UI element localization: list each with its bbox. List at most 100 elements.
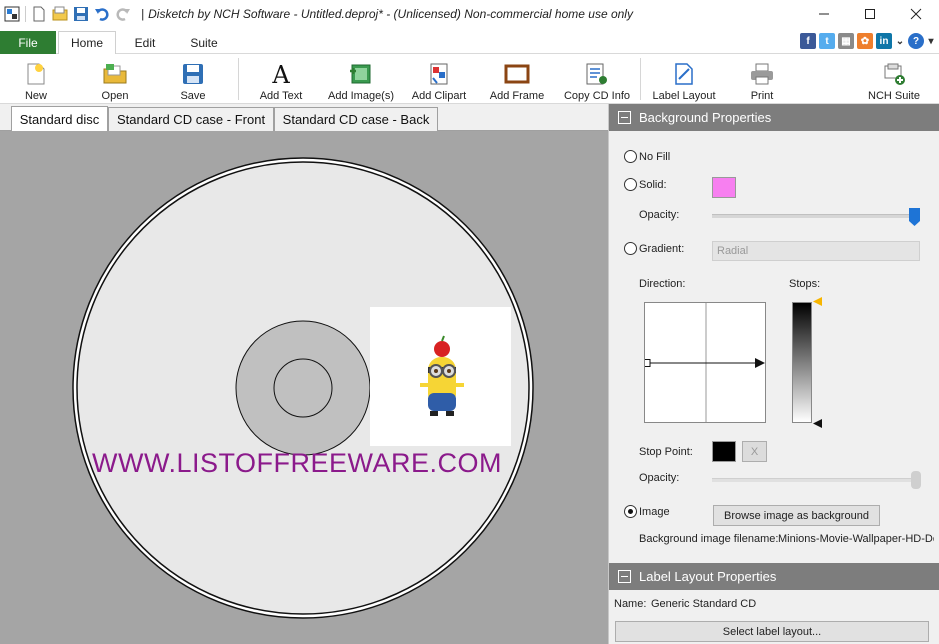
tab-cd-case-back[interactable]: Standard CD case - Back bbox=[274, 107, 438, 131]
undo-icon[interactable] bbox=[94, 6, 110, 22]
title-bar: | Disketch by NCH Software - Untitled.de… bbox=[0, 0, 939, 28]
gradient-stops-bar[interactable] bbox=[792, 302, 812, 423]
help-dropdown-icon[interactable]: ▾ bbox=[927, 33, 935, 49]
stop-handle-top-icon[interactable] bbox=[813, 297, 822, 306]
remove-stop-button[interactable]: X bbox=[742, 441, 767, 462]
tab-file[interactable]: File bbox=[0, 31, 56, 54]
image-label: Image bbox=[639, 506, 670, 518]
ribbon-toolbar: New Open Save A Add Text Add Image(s) Ad… bbox=[0, 54, 939, 104]
collapse-icon[interactable] bbox=[618, 111, 631, 124]
direction-arrow-head bbox=[755, 358, 765, 368]
disc-center-hole bbox=[273, 358, 333, 418]
properties-panel: Background Properties No Fill Solid: Opa… bbox=[608, 104, 939, 644]
label-layout-button[interactable]: Label Layout bbox=[650, 58, 718, 102]
nch-suite-button[interactable]: NCH Suite bbox=[866, 58, 922, 102]
stop-opacity-label: Opacity: bbox=[639, 472, 680, 484]
facebook-icon[interactable]: f bbox=[800, 33, 816, 49]
solid-label: Solid: bbox=[639, 179, 667, 191]
stop-opacity-slider-track[interactable] bbox=[712, 478, 920, 482]
close-icon[interactable] bbox=[893, 0, 939, 28]
save-icon[interactable] bbox=[73, 6, 89, 22]
no-fill-radio[interactable] bbox=[624, 150, 637, 163]
gradient-type-select[interactable]: Radial bbox=[712, 241, 920, 261]
linkedin-icon[interactable]: in bbox=[876, 33, 892, 49]
document-tabs: Standard disc Standard CD case - Front S… bbox=[0, 104, 608, 131]
new-button[interactable]: New bbox=[14, 58, 58, 102]
tab-home[interactable]: Home bbox=[58, 31, 116, 55]
add-frame-button[interactable]: Add Frame bbox=[488, 58, 546, 102]
social-links: f t ▦ ✿ in ⌄ ? ▾ bbox=[800, 33, 935, 49]
solid-radio[interactable] bbox=[624, 178, 637, 191]
print-label: Print bbox=[750, 90, 774, 102]
open-folder-icon[interactable] bbox=[52, 6, 68, 22]
copy-cd-info-button[interactable]: Copy CD Info bbox=[562, 58, 632, 102]
direction-arrow bbox=[642, 303, 765, 422]
filename-label: Background image filename: bbox=[639, 533, 779, 545]
tab-suite[interactable]: Suite bbox=[178, 31, 230, 55]
label-layout-properties-title: Label Layout Properties bbox=[639, 569, 777, 584]
nch-icon[interactable]: ✿ bbox=[857, 33, 873, 49]
redo-icon[interactable] bbox=[115, 6, 131, 22]
nch-suite-label: NCH Suite bbox=[868, 90, 920, 102]
maximize-icon[interactable] bbox=[847, 0, 893, 28]
gradient-radio[interactable] bbox=[624, 242, 637, 255]
add-images-button[interactable]: Add Image(s) bbox=[326, 58, 396, 102]
image-radio[interactable] bbox=[624, 505, 637, 518]
ribbon-tabs: File Home Edit Suite f t ▦ ✿ in ⌄ ? ▾ bbox=[0, 30, 939, 55]
print-button[interactable]: Print bbox=[740, 58, 784, 102]
copy-cd-info-label: Copy CD Info bbox=[563, 90, 631, 102]
collapse-icon[interactable] bbox=[618, 570, 631, 583]
window-controls bbox=[801, 0, 939, 28]
open-folder-icon bbox=[102, 62, 128, 86]
add-text-button[interactable]: A Add Text bbox=[254, 58, 308, 102]
add-text-label: Add Text bbox=[259, 90, 303, 102]
app-icon[interactable] bbox=[4, 6, 20, 22]
svg-text:A: A bbox=[271, 62, 290, 86]
background-properties-title: Background Properties bbox=[639, 110, 772, 125]
minimize-icon[interactable] bbox=[801, 0, 847, 28]
add-clipart-button[interactable]: Add Clipart bbox=[410, 58, 468, 102]
cd-info-icon bbox=[584, 62, 610, 86]
disc-drawing bbox=[72, 157, 534, 619]
filename-value: Minions-Movie-Wallpaper-HD-De bbox=[778, 533, 934, 545]
opacity-slider-track[interactable] bbox=[712, 214, 920, 218]
opacity-slider-thumb[interactable] bbox=[909, 208, 920, 226]
add-images-label: Add Image(s) bbox=[327, 90, 395, 102]
share-icon[interactable]: ▦ bbox=[838, 33, 854, 49]
design-canvas[interactable]: WWW.LISTOFFREEWARE.COM bbox=[0, 131, 608, 644]
new-file-icon[interactable] bbox=[31, 6, 47, 22]
save-disk-icon bbox=[180, 62, 206, 86]
browse-image-button[interactable]: Browse image as background bbox=[713, 505, 880, 526]
tab-standard-disc[interactable]: Standard disc bbox=[11, 106, 108, 131]
background-properties-header[interactable]: Background Properties bbox=[609, 104, 939, 131]
tab-edit[interactable]: Edit bbox=[122, 31, 168, 55]
new-label: New bbox=[24, 90, 47, 102]
gradient-direction-box[interactable] bbox=[642, 302, 766, 423]
no-fill-label: No Fill bbox=[639, 151, 671, 163]
nch-suite-icon bbox=[881, 62, 907, 86]
add-image-icon bbox=[348, 62, 374, 86]
select-label-layout-button[interactable]: Select label layout... bbox=[615, 621, 929, 642]
label-layout-icon bbox=[671, 62, 697, 86]
solid-color-swatch[interactable] bbox=[712, 177, 736, 198]
stop-point-label: Stop Point: bbox=[639, 446, 693, 458]
stop-handle-bottom-icon[interactable] bbox=[813, 419, 822, 428]
tab-cd-case-front[interactable]: Standard CD case - Front bbox=[108, 107, 274, 131]
twitter-icon[interactable]: t bbox=[819, 33, 835, 49]
layout-name-value: Generic Standard CD bbox=[651, 598, 757, 610]
stops-label: Stops: bbox=[789, 278, 821, 290]
save-label: Save bbox=[180, 90, 206, 102]
stop-color-swatch[interactable] bbox=[712, 441, 736, 462]
new-document-icon bbox=[23, 62, 49, 86]
text-icon: A bbox=[268, 62, 294, 86]
printer-icon bbox=[749, 62, 775, 86]
background-image-object[interactable] bbox=[370, 307, 511, 446]
stop-opacity-slider-thumb[interactable] bbox=[911, 471, 921, 489]
chevron-down-icon[interactable]: ⌄ bbox=[895, 33, 905, 49]
save-button[interactable]: Save bbox=[170, 58, 216, 102]
label-layout-properties-header[interactable]: Label Layout Properties bbox=[609, 563, 939, 590]
clipart-icon bbox=[426, 62, 452, 86]
help-icon[interactable]: ? bbox=[908, 33, 924, 49]
add-clipart-label: Add Clipart bbox=[411, 90, 467, 102]
open-button[interactable]: Open bbox=[90, 58, 140, 102]
